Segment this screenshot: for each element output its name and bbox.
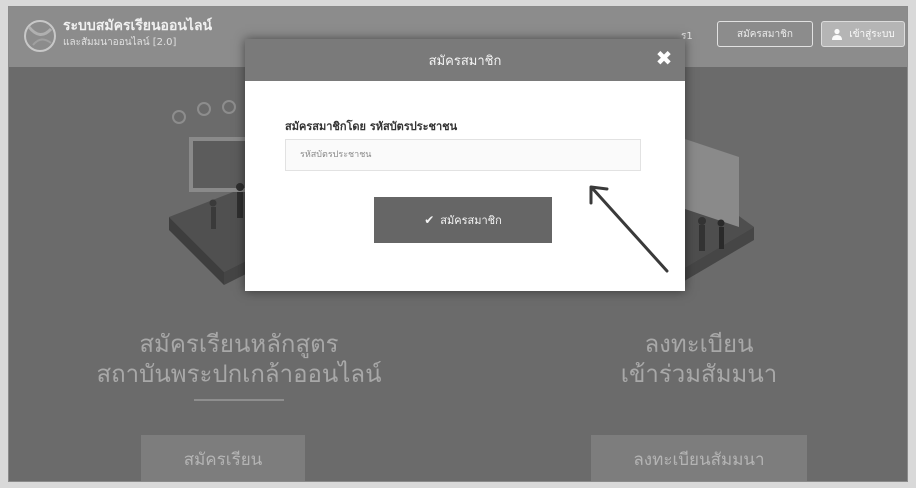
enroll-course-button[interactable]: สมัครเรียน — [141, 435, 305, 481]
hero-courses: สมัครเรียนหลักสูตร สถาบันพระปกเกล้าออนไล… — [69, 329, 409, 389]
id-field-label: สมัครสมาชิกโดย รหัสบัตรประชาชน — [285, 120, 458, 133]
hero-divider — [194, 399, 284, 401]
check-icon: ✔ — [424, 213, 435, 227]
register-button[interactable]: สมัครสมาชิก — [717, 21, 813, 47]
login-button[interactable]: เข้าสู่ระบบ — [821, 21, 905, 47]
register-button-label: สมัครสมาชิก — [737, 28, 793, 40]
hero-seminar: ลงทะเบียน เข้าร่วมสัมมนา — [569, 329, 829, 389]
modal-title: สมัครสมาชิก — [428, 53, 502, 69]
hero-courses-line1: สมัครเรียนหลักสูตร — [139, 330, 339, 358]
register-seminar-button[interactable]: ลงทะเบียนสัมมนา — [591, 435, 807, 481]
submit-register-label: สมัครสมาชิก — [440, 215, 502, 227]
user-icon — [832, 28, 843, 40]
hero-seminar-line1: ลงทะเบียน — [644, 330, 754, 358]
enroll-course-label: สมัครเรียน — [183, 449, 263, 470]
citizen-id-input[interactable] — [285, 139, 641, 171]
hero-seminar-line2: เข้าร่วมสัมมนา — [620, 360, 778, 388]
site-title: ระบบสมัครเรียนออนไลน์ — [63, 18, 213, 34]
close-icon[interactable]: ✖ — [653, 47, 675, 69]
logo-icon — [24, 20, 56, 52]
arrow-annotation-icon — [589, 185, 669, 273]
login-button-label: เข้าสู่ระบบ — [849, 28, 895, 40]
app-window: ระบบสมัครเรียนออนไลน์ และสัมมนาออนไลน์ [… — [8, 6, 908, 482]
hero-courses-line2: สถาบันพระปกเกล้าออนไลน์ — [96, 360, 382, 388]
submit-register-button[interactable]: ✔ สมัครสมาชิก — [374, 197, 552, 243]
register-seminar-label: ลงทะเบียนสัมมนา — [633, 449, 765, 470]
site-subtitle: และสัมมนาออนไลน์ [2.0] — [63, 37, 177, 48]
